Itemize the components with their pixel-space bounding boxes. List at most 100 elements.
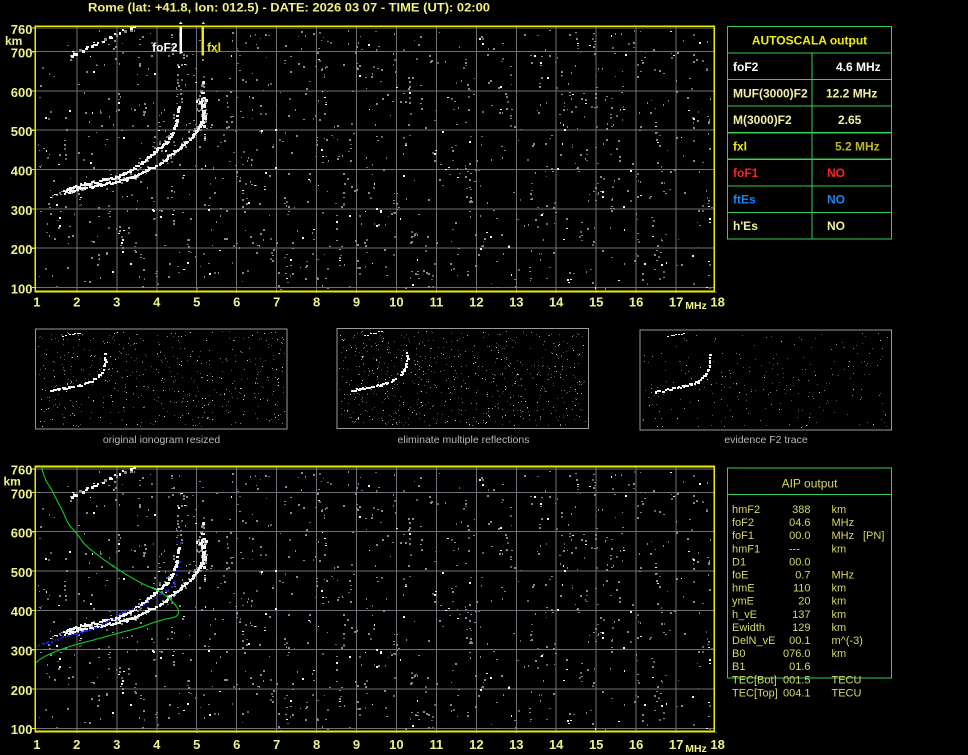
svg-text:12: 12 (469, 294, 483, 309)
svg-text:hmE: hmE (732, 583, 755, 595)
svg-text:17: 17 (669, 294, 683, 309)
svg-text:200: 200 (11, 242, 33, 257)
svg-text:20: 20 (798, 596, 810, 608)
svg-text:km: km (832, 622, 847, 634)
svg-text:MHz: MHz (685, 743, 707, 755)
svg-text:2.65: 2.65 (838, 113, 862, 127)
svg-text:hmF2: hmF2 (732, 504, 760, 516)
svg-text:original ionogram resized: original ionogram resized (103, 434, 220, 446)
svg-text:km: km (832, 543, 847, 555)
svg-text:2: 2 (73, 294, 80, 309)
svg-text:110: 110 (793, 583, 811, 595)
svg-text:4.6 MHz: 4.6 MHz (836, 60, 881, 74)
svg-text:foE: foE (732, 570, 749, 582)
svg-text:0.7: 0.7 (795, 570, 810, 582)
svg-text:km: km (832, 583, 847, 595)
svg-text:B1: B1 (732, 661, 745, 673)
svg-text:001.5: 001.5 (783, 674, 811, 686)
svg-text:MHz: MHz (832, 530, 855, 542)
svg-text:TECU: TECU (832, 687, 862, 699)
svg-text:h_vE: h_vE (732, 609, 757, 621)
svg-text:foF2: foF2 (732, 517, 754, 529)
svg-text:evidence F2 trace: evidence F2 trace (724, 434, 808, 446)
svg-text:15: 15 (589, 737, 603, 752)
svg-text:14: 14 (549, 737, 564, 752)
svg-text:11: 11 (430, 737, 444, 752)
svg-text:4: 4 (153, 737, 161, 752)
svg-text:TEC[Top]: TEC[Top] (732, 687, 778, 699)
svg-text:km: km (832, 609, 847, 621)
svg-text:12.2 MHz: 12.2 MHz (826, 86, 877, 100)
svg-text:km: km (832, 648, 847, 660)
svg-text:TECU: TECU (832, 674, 862, 686)
svg-text:ymE: ymE (732, 596, 754, 608)
svg-text:h'Es: h'Es (733, 219, 758, 233)
svg-text:MHz: MHz (685, 300, 707, 312)
svg-text:Rome (lat: +41.8, lon: 012.5): Rome (lat: +41.8, lon: 012.5) - DATE: 20… (88, 1, 490, 15)
svg-text:004.1: 004.1 (783, 687, 811, 699)
svg-text:00.0: 00.0 (789, 556, 810, 568)
svg-text:Ewidth: Ewidth (732, 622, 765, 634)
svg-text:[PN]: [PN] (863, 530, 884, 542)
svg-text:13: 13 (509, 737, 523, 752)
svg-text:2: 2 (73, 737, 80, 752)
svg-text:16: 16 (629, 737, 643, 752)
svg-text:500: 500 (11, 565, 33, 580)
svg-text:18: 18 (710, 294, 724, 309)
svg-text:5: 5 (193, 737, 200, 752)
svg-text:12: 12 (469, 737, 483, 752)
svg-text:hmF1: hmF1 (732, 543, 760, 555)
svg-text:14: 14 (549, 294, 564, 309)
svg-text:04.6: 04.6 (789, 517, 810, 529)
svg-text:100: 100 (11, 722, 33, 737)
svg-text:7: 7 (273, 737, 280, 752)
svg-text:km: km (5, 34, 22, 48)
svg-text:foF1: foF1 (733, 166, 759, 180)
svg-text:eliminate multiple reflections: eliminate multiple reflections (398, 434, 530, 446)
svg-text:MHz: MHz (832, 517, 855, 529)
svg-text:AIP output: AIP output (782, 477, 838, 491)
svg-text:---: --- (789, 543, 800, 555)
svg-text:300: 300 (11, 644, 33, 659)
svg-text:00.1: 00.1 (789, 635, 810, 647)
svg-text:400: 400 (11, 163, 33, 178)
svg-text:17: 17 (669, 737, 683, 752)
svg-text:5.2 MHz: 5.2 MHz (835, 140, 880, 154)
svg-text:6: 6 (233, 737, 240, 752)
svg-text:16: 16 (629, 294, 643, 309)
svg-text:400: 400 (11, 604, 33, 619)
svg-text:1: 1 (33, 294, 40, 309)
svg-text:km: km (832, 596, 847, 608)
svg-text:00.0: 00.0 (789, 530, 810, 542)
svg-text:foF1: foF1 (732, 530, 754, 542)
svg-text:8: 8 (313, 737, 320, 752)
svg-text:ftEs: ftEs (733, 193, 756, 207)
svg-text:km: km (4, 475, 21, 489)
svg-text:076.0: 076.0 (783, 648, 811, 660)
svg-text:600: 600 (11, 85, 33, 100)
svg-text:18: 18 (710, 737, 724, 752)
svg-text:NO: NO (827, 193, 845, 207)
svg-text:DelN_vE: DelN_vE (732, 635, 775, 647)
svg-text:AUTOSCALA output: AUTOSCALA output (752, 33, 867, 47)
svg-text:01.6: 01.6 (789, 661, 810, 673)
svg-text:TEC[Bot]: TEC[Bot] (732, 674, 777, 686)
svg-text:300: 300 (11, 203, 33, 218)
svg-text:388: 388 (792, 504, 810, 516)
svg-text:M(3000)F2: M(3000)F2 (733, 113, 792, 127)
svg-text:10: 10 (389, 737, 403, 752)
svg-text:foF2: foF2 (733, 60, 759, 74)
svg-text:4: 4 (153, 294, 161, 309)
svg-text:B0: B0 (732, 648, 745, 660)
svg-text:fxl: fxl (207, 41, 221, 55)
svg-text:MHz: MHz (832, 570, 855, 582)
svg-text:6: 6 (233, 294, 240, 309)
svg-text:7: 7 (273, 294, 280, 309)
svg-text:fxl: fxl (733, 140, 747, 154)
svg-text:m^(-3): m^(-3) (832, 635, 863, 647)
svg-text:9: 9 (353, 737, 360, 752)
svg-text:129: 129 (792, 622, 810, 634)
svg-text:foF2: foF2 (152, 41, 178, 55)
svg-text:1: 1 (33, 737, 40, 752)
svg-text:NO: NO (827, 166, 845, 180)
